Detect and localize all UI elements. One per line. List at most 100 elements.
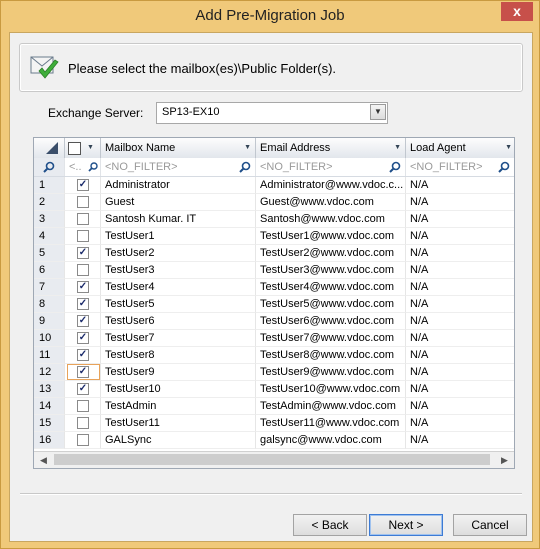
email-address-cell[interactable]: TestUser10@www.vdoc.com (256, 381, 406, 398)
row-checkbox[interactable] (77, 230, 89, 242)
row-checkbox[interactable] (77, 196, 89, 208)
load-agent-cell[interactable]: N/A (406, 228, 514, 245)
mailbox-name-cell[interactable]: TestUser1 (101, 228, 256, 245)
row-checkbox-cell[interactable]: ✓ (65, 296, 101, 313)
scroll-right-icon[interactable]: ▶ (496, 452, 513, 468)
row-checkbox-cell[interactable] (65, 228, 101, 245)
load-agent-cell[interactable]: N/A (406, 432, 514, 449)
email-address-cell[interactable]: galsync@www.vdoc.com (256, 432, 406, 449)
table-row[interactable]: 4 TestUser1 TestUser1@www.vdoc.com N/A (34, 228, 514, 245)
row-checkbox[interactable]: ✓ (77, 315, 89, 327)
filter-cell-load-agent[interactable]: <NO_FILTER> (406, 158, 514, 176)
table-row[interactable]: 10 ✓ TestUser7 TestUser7@www.vdoc.com N/A (34, 330, 514, 347)
row-checkbox[interactable] (77, 264, 89, 276)
filter-cell-check[interactable]: <.. (65, 158, 101, 176)
row-checkbox-cell[interactable] (65, 432, 101, 449)
mailbox-name-cell[interactable]: TestUser7 (101, 330, 256, 347)
filter-dropdown-icon[interactable]: ▼ (394, 138, 401, 158)
close-button[interactable]: x (501, 2, 533, 21)
load-agent-cell[interactable]: N/A (406, 415, 514, 432)
mailbox-name-cell[interactable]: TestUser2 (101, 245, 256, 262)
mailbox-name-cell[interactable]: TestAdmin (101, 398, 256, 415)
load-agent-cell[interactable]: N/A (406, 279, 514, 296)
load-agent-cell[interactable]: N/A (406, 177, 514, 194)
load-agent-cell[interactable]: N/A (406, 330, 514, 347)
select-all-header[interactable]: ▼ (65, 138, 101, 158)
row-checkbox[interactable]: ✓ (77, 366, 89, 378)
filter-cell-email-address[interactable]: <NO_FILTER> (256, 158, 406, 176)
row-checkbox[interactable]: ✓ (77, 383, 89, 395)
email-address-cell[interactable]: TestUser11@www.vdoc.com (256, 415, 406, 432)
load-agent-cell[interactable]: N/A (406, 364, 514, 381)
mailbox-name-cell[interactable]: TestUser11 (101, 415, 256, 432)
filter-dropdown-icon[interactable]: ▼ (87, 138, 94, 158)
row-checkbox-cell[interactable] (65, 262, 101, 279)
mailbox-name-cell[interactable]: Administrator (101, 177, 256, 194)
row-checkbox-cell[interactable]: ✓ (65, 381, 101, 398)
row-checkbox[interactable]: ✓ (77, 281, 89, 293)
email-address-cell[interactable]: TestUser3@www.vdoc.com (256, 262, 406, 279)
filter-dropdown-icon[interactable]: ▼ (244, 138, 251, 158)
row-checkbox-cell[interactable] (65, 194, 101, 211)
load-agent-cell[interactable]: N/A (406, 194, 514, 211)
mailbox-name-cell[interactable]: TestUser5 (101, 296, 256, 313)
load-agent-cell[interactable]: N/A (406, 347, 514, 364)
load-agent-cell[interactable]: N/A (406, 245, 514, 262)
email-address-cell[interactable]: TestUser6@www.vdoc.com (256, 313, 406, 330)
load-agent-cell[interactable]: N/A (406, 296, 514, 313)
title-bar[interactable]: Add Pre-Migration Job x (1, 1, 539, 31)
table-row[interactable]: 5 ✓ TestUser2 TestUser2@www.vdoc.com N/A (34, 245, 514, 262)
email-address-cell[interactable]: TestUser4@www.vdoc.com (256, 279, 406, 296)
table-row[interactable]: 9 ✓ TestUser6 TestUser6@www.vdoc.com N/A (34, 313, 514, 330)
table-row[interactable]: 14 TestAdmin TestAdmin@www.vdoc.com N/A (34, 398, 514, 415)
row-checkbox[interactable]: ✓ (77, 332, 89, 344)
email-address-cell[interactable]: TestUser7@www.vdoc.com (256, 330, 406, 347)
row-checkbox[interactable] (77, 434, 89, 446)
mailbox-name-cell[interactable]: TestUser8 (101, 347, 256, 364)
mailbox-name-cell[interactable]: Santosh Kumar. IT (101, 211, 256, 228)
column-header-load-agent[interactable]: Load Agent ▼ (406, 138, 514, 158)
next-button[interactable]: Next > (369, 514, 443, 536)
table-row[interactable]: 16 GALSync galsync@www.vdoc.com N/A (34, 432, 514, 449)
email-address-cell[interactable]: TestUser2@www.vdoc.com (256, 245, 406, 262)
table-row[interactable]: 3 Santosh Kumar. IT Santosh@www.vdoc.com N/… (34, 211, 514, 228)
chevron-down-icon[interactable]: ▼ (370, 104, 386, 120)
scrollbar-thumb[interactable] (54, 454, 490, 465)
table-row[interactable]: 11 ✓ TestUser8 TestUser8@www.vdoc.com N/A (34, 347, 514, 364)
table-row[interactable]: 12 ✓ TestUser9 TestUser9@www.vdoc.com N/A (34, 364, 514, 381)
column-header-mailbox-name[interactable]: Mailbox Name ▼ (101, 138, 256, 158)
row-checkbox-cell[interactable]: ✓ (65, 177, 101, 194)
table-row[interactable]: 2 Guest Guest@www.vdoc.com N/A (34, 194, 514, 211)
row-selector-header[interactable] (34, 138, 65, 158)
email-address-cell[interactable]: Santosh@www.vdoc.com (256, 211, 406, 228)
row-checkbox[interactable] (77, 417, 89, 429)
load-agent-cell[interactable]: N/A (406, 211, 514, 228)
mailbox-name-cell[interactable]: TestUser10 (101, 381, 256, 398)
load-agent-cell[interactable]: N/A (406, 313, 514, 330)
email-address-cell[interactable]: Administrator@www.vdoc.c... (256, 177, 406, 194)
back-button[interactable]: < Back (293, 514, 367, 536)
email-address-cell[interactable]: TestAdmin@www.vdoc.com (256, 398, 406, 415)
email-address-cell[interactable]: TestUser8@www.vdoc.com (256, 347, 406, 364)
load-agent-cell[interactable]: N/A (406, 262, 514, 279)
mailbox-name-cell[interactable]: Guest (101, 194, 256, 211)
table-row[interactable]: 13 ✓ TestUser10 TestUser10@www.vdoc.com N/A (34, 381, 514, 398)
table-row[interactable]: 6 TestUser3 TestUser3@www.vdoc.com N/A (34, 262, 514, 279)
row-checkbox-cell[interactable]: ✓ (65, 330, 101, 347)
email-address-cell[interactable]: Guest@www.vdoc.com (256, 194, 406, 211)
mailbox-name-cell[interactable]: TestUser3 (101, 262, 256, 279)
row-checkbox-cell[interactable] (65, 398, 101, 415)
row-checkbox[interactable]: ✓ (77, 349, 89, 361)
cancel-button[interactable]: Cancel (453, 514, 527, 536)
row-checkbox-cell[interactable]: ✓ (65, 364, 101, 381)
row-checkbox[interactable]: ✓ (77, 247, 89, 259)
table-row[interactable]: 1 ✓ Administrator Administrator@www.vdoc.c.… (34, 177, 514, 194)
table-row[interactable]: 8 ✓ TestUser5 TestUser5@www.vdoc.com N/A (34, 296, 514, 313)
row-checkbox[interactable] (77, 213, 89, 225)
table-row[interactable]: 15 TestUser11 TestUser11@www.vdoc.com N/A (34, 415, 514, 432)
row-checkbox-cell[interactable] (65, 211, 101, 228)
select-all-checkbox[interactable] (68, 142, 81, 155)
row-checkbox-cell[interactable] (65, 415, 101, 432)
filter-dropdown-icon[interactable]: ▼ (505, 138, 512, 158)
scroll-left-icon[interactable]: ◀ (35, 452, 52, 468)
